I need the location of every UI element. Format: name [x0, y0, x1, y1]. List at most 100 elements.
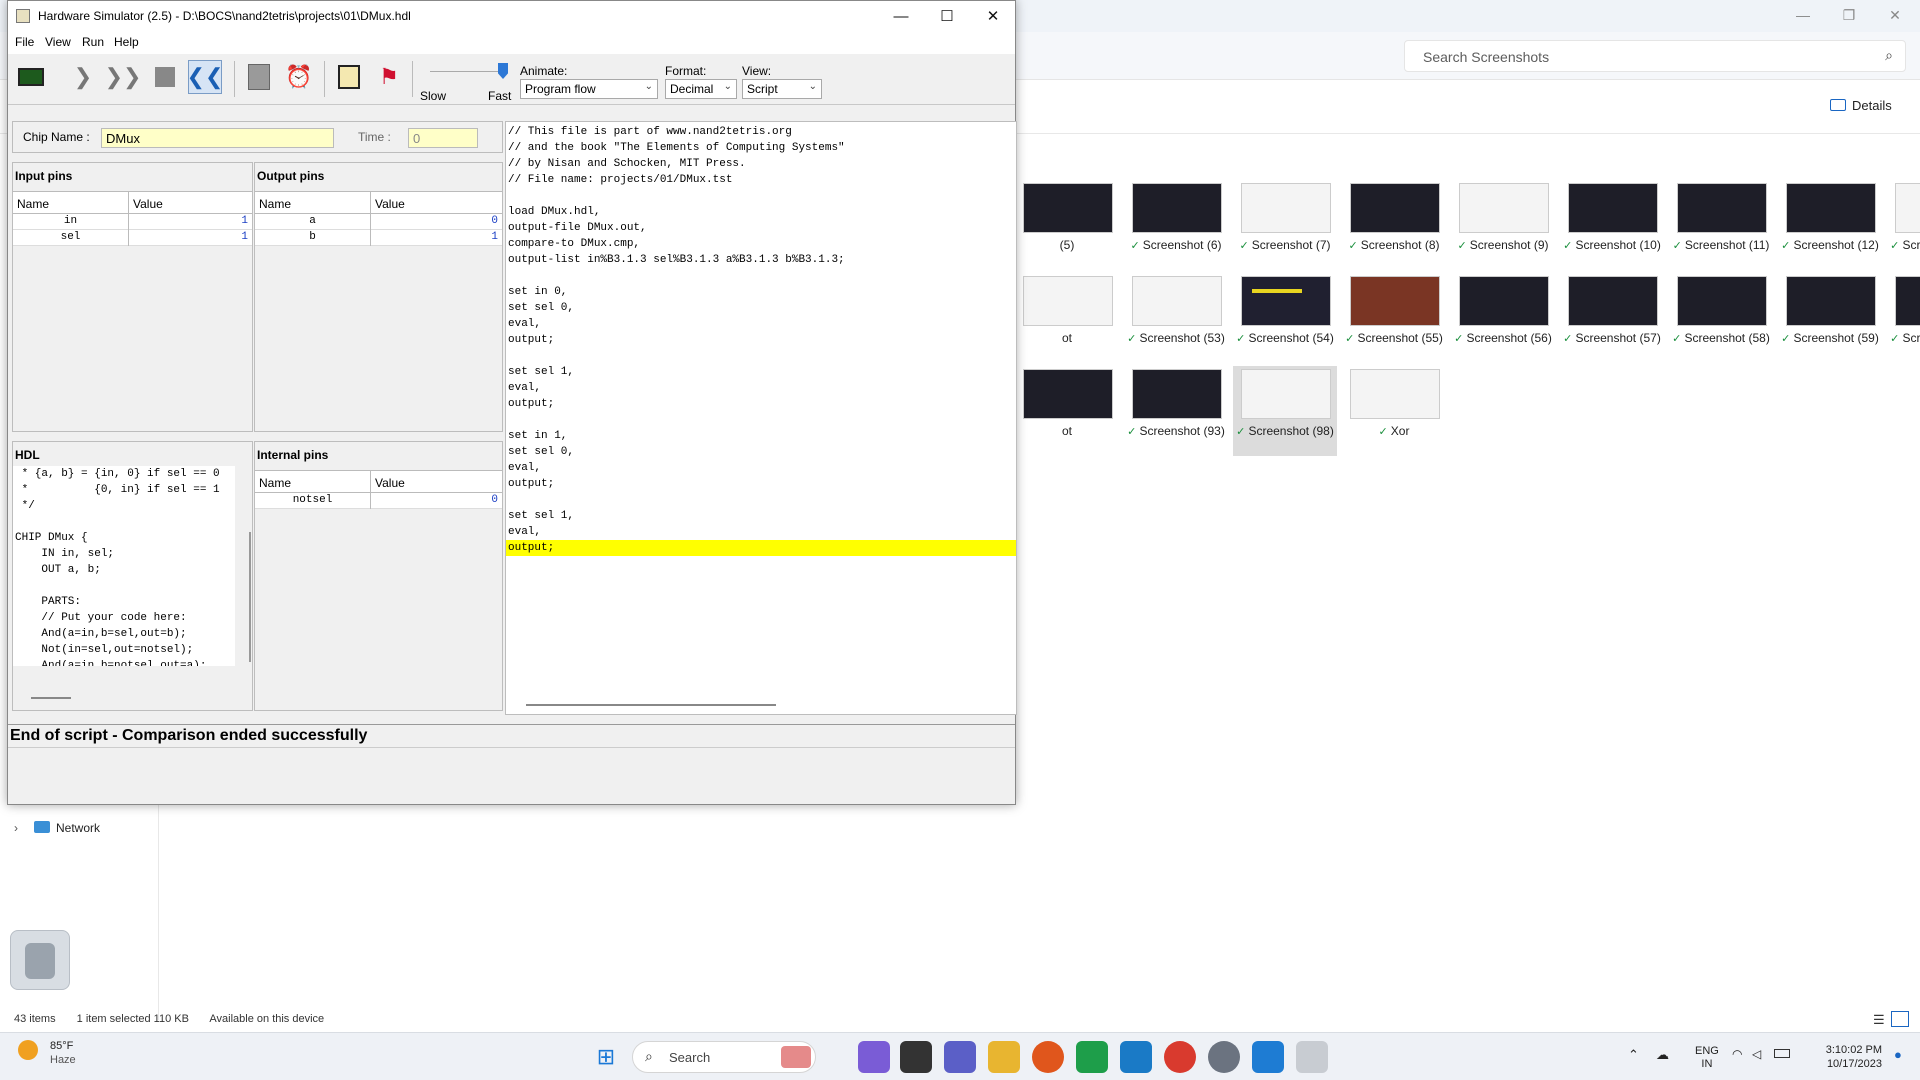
explorer-search-input[interactable]: Search Screenshots ⌕	[1404, 40, 1906, 72]
breakpoints-button[interactable]: ⚑	[372, 60, 406, 94]
tick-tock-button[interactable]: ⏰	[282, 60, 316, 94]
sheets-taskbar-icon[interactable]	[1076, 1041, 1108, 1073]
volume-icon[interactable]: ◁	[1752, 1047, 1761, 1061]
script-line[interactable]: set sel 1,	[506, 508, 1016, 524]
clock[interactable]: 3:10:02 PM 10/17/2023	[1812, 1043, 1882, 1071]
file-explorer-taskbar-icon[interactable]	[988, 1041, 1020, 1073]
chevron-right-icon[interactable]: ›	[14, 821, 26, 835]
thumbnail-item[interactable]: ✓ Screenshot (58)	[1669, 273, 1773, 363]
thumbnail-item[interactable]: ✓ Screenshot (44)	[1887, 180, 1920, 270]
script-line[interactable]: load DMux.hdl,	[506, 204, 1016, 220]
run-button[interactable]: ❯❯	[105, 60, 142, 94]
thumbnail-item[interactable]: ✓ Screenshot (9)	[1451, 180, 1555, 270]
vscode-taskbar-icon[interactable]	[1252, 1041, 1284, 1073]
explorer-close-button[interactable]: ✕	[1872, 0, 1918, 30]
script-line[interactable]: eval,	[506, 524, 1016, 540]
copilot-taskbar-icon[interactable]	[858, 1041, 890, 1073]
script-line[interactable]: output;	[506, 332, 1016, 348]
taskbar-search[interactable]: ⌕ Search	[632, 1041, 816, 1073]
app-taskbar-icon[interactable]	[1120, 1041, 1152, 1073]
table-row[interactable]: a 0	[255, 214, 502, 230]
thumbnail-item[interactable]: ✓ Screenshot (55)	[1342, 273, 1446, 363]
thumbnail-item[interactable]: ✓ Screenshot (7)	[1233, 180, 1337, 270]
weather-tray-icon[interactable]: ☁	[1656, 1047, 1669, 1063]
thumbnail-item[interactable]: ot	[1015, 366, 1119, 456]
view-select[interactable]: Script ⌄	[742, 79, 822, 99]
speed-slider[interactable]: Slow Fast	[418, 61, 514, 103]
script-line[interactable]: set in 1,	[506, 428, 1016, 444]
script-line[interactable]: output;	[506, 476, 1016, 492]
table-row[interactable]: in 1	[13, 214, 252, 230]
format-select[interactable]: Decimal ⌄	[665, 79, 737, 99]
thumbnail-item[interactable]: ✓ Xor	[1342, 366, 1446, 456]
thumbnail-item[interactable]: ✓ Screenshot (57)	[1560, 273, 1664, 363]
chip-name-field[interactable]: DMux	[101, 128, 334, 148]
thumbnail-item[interactable]: ✓ Screenshot (60)	[1887, 273, 1920, 363]
table-row[interactable]: sel 1	[13, 230, 252, 246]
script-line[interactable]	[506, 412, 1016, 428]
script-line[interactable]: compare-to DMux.cmp,	[506, 236, 1016, 252]
firefox-taskbar-icon[interactable]	[1032, 1041, 1064, 1073]
chrome-taskbar-icon[interactable]	[1164, 1041, 1196, 1073]
thumbnail-item[interactable]: ✓ Screenshot (10)	[1560, 180, 1664, 270]
explorer-minimize-button[interactable]: —	[1780, 0, 1826, 30]
menu-view[interactable]: View	[45, 35, 71, 49]
java-app-taskbar-icon[interactable]	[1296, 1041, 1328, 1073]
stop-button[interactable]	[148, 60, 182, 94]
load-script-button[interactable]	[332, 60, 366, 94]
single-step-button[interactable]: ❯	[66, 60, 100, 94]
thumbnail-item[interactable]: ✓ Screenshot (54)	[1233, 273, 1337, 363]
notification-bell-icon[interactable]: ●	[1894, 1047, 1902, 1062]
hdl-code[interactable]: * {a, b} = {in, 0} if sel == 0 * {0, in}…	[13, 466, 235, 666]
script-horizontal-scrollbar[interactable]	[526, 704, 776, 706]
script-line[interactable]: // This file is part of www.nand2tetris.…	[506, 124, 1016, 140]
maximize-button[interactable]: ☐	[924, 1, 970, 32]
terminal-taskbar-icon[interactable]	[900, 1041, 932, 1073]
script-code[interactable]: // This file is part of www.nand2tetris.…	[506, 124, 1016, 556]
details-button[interactable]: Details	[1830, 98, 1892, 113]
thumbnail-item[interactable]: ot	[1015, 273, 1119, 363]
script-line[interactable]	[506, 268, 1016, 284]
script-line[interactable]: output-file DMux.out,	[506, 220, 1016, 236]
menu-file[interactable]: File	[15, 35, 34, 49]
thumbnail-item[interactable]: ✓ Screenshot (56)	[1451, 273, 1555, 363]
table-row[interactable]: notsel 0	[255, 493, 502, 509]
explorer-maximize-button[interactable]: ❐	[1826, 0, 1872, 30]
script-line[interactable]: eval,	[506, 460, 1016, 476]
start-button[interactable]: ⊞	[590, 1041, 622, 1073]
script-line[interactable]	[506, 348, 1016, 364]
script-line[interactable]: eval,	[506, 380, 1016, 396]
thumbnail-item[interactable]: ✓ Screenshot (11)	[1669, 180, 1773, 270]
weather-widget[interactable]: 85°F Haze	[18, 1040, 76, 1066]
script-line[interactable]: // and the book "The Elements of Computi…	[506, 140, 1016, 156]
minimize-button[interactable]: —	[878, 1, 924, 32]
thumbnail-item[interactable]: ✓ Screenshot (6)	[1124, 180, 1228, 270]
floating-app-icon[interactable]	[10, 930, 70, 990]
script-line[interactable]	[506, 188, 1016, 204]
script-line[interactable]	[506, 492, 1016, 508]
thumbnail-item[interactable]: ✓ Screenshot (12)	[1778, 180, 1882, 270]
thumbnail-item[interactable]: ✓ Screenshot (8)	[1342, 180, 1446, 270]
script-line[interactable]: eval,	[506, 316, 1016, 332]
wifi-icon[interactable]: ◠	[1732, 1047, 1742, 1061]
thumbnail-item[interactable]: ✓ Screenshot (98)	[1233, 366, 1337, 456]
thumbnail-item[interactable]: ✓ Screenshot (93)	[1124, 366, 1228, 456]
table-row[interactable]: b 1	[255, 230, 502, 246]
nav-item-network[interactable]: › Network	[14, 821, 100, 835]
menu-run[interactable]: Run	[82, 35, 104, 49]
language-indicator[interactable]: ENG IN	[1695, 1045, 1719, 1071]
thumbnail-item[interactable]: ✓ Screenshot (53)	[1124, 273, 1228, 363]
animate-select[interactable]: Program flow ⌄	[520, 79, 658, 99]
speed-knob[interactable]	[498, 63, 508, 79]
script-line[interactable]: set sel 0,	[506, 300, 1016, 316]
teams-taskbar-icon[interactable]	[944, 1041, 976, 1073]
load-chip-button[interactable]	[14, 60, 48, 94]
menu-help[interactable]: Help	[114, 35, 139, 49]
thumbnail-item[interactable]: ✓ Screenshot (59)	[1778, 273, 1882, 363]
pin-value[interactable]: 1	[129, 231, 248, 243]
reset-button[interactable]: ❮❮	[187, 60, 223, 94]
details-view-icon[interactable]: ☰	[1873, 1012, 1885, 1027]
hdl-vertical-scrollbar[interactable]	[249, 532, 251, 662]
large-icons-view-icon[interactable]	[1890, 1011, 1909, 1027]
hdl-horizontal-scrollbar[interactable]	[31, 697, 71, 699]
